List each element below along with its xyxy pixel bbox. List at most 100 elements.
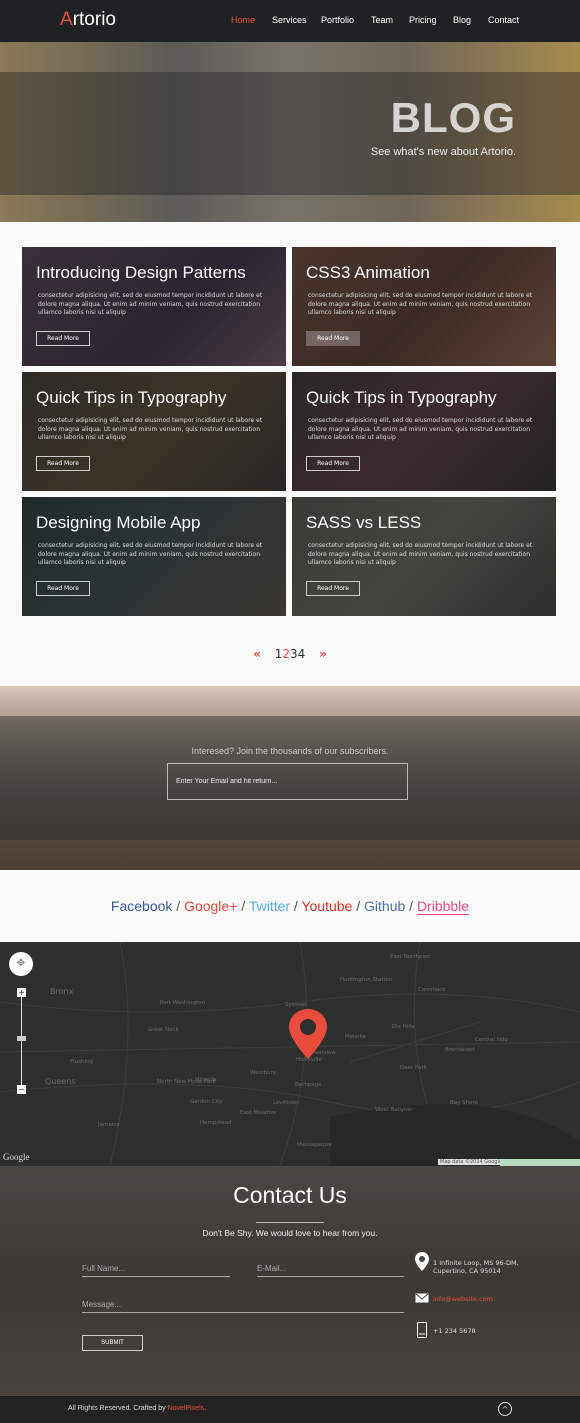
map-place-label: Melville — [345, 1034, 366, 1040]
social-link-dribbble[interactable]: Dribbble — [416, 898, 470, 915]
map-place-label: Central Islip — [475, 1037, 508, 1043]
blog-post-card: SASS vs LESS consectetur adipisicing elit… — [292, 497, 556, 616]
pagination: « 1234 » — [0, 647, 580, 661]
nav-home[interactable]: Home — [231, 15, 255, 25]
hero-subtitle: See what's new about Artorio. — [370, 146, 516, 158]
prev-page-button[interactable]: « — [253, 647, 261, 661]
contact-section: Contact Us Don't Be Shy. We would love t… — [0, 1166, 580, 1396]
map-place-label: Flushing — [70, 1059, 94, 1065]
post-excerpt: consectetur adipisicing elit, sed do eiu… — [38, 292, 263, 316]
map-place-label: Jamaica — [98, 1122, 120, 1128]
social-link-github[interactable]: Github — [364, 898, 405, 914]
post-excerpt: consectetur adipisicing elit, sed do eiu… — [308, 417, 533, 441]
contact-phone: +1 234 5678 — [433, 1327, 476, 1335]
map-place-label: Dix Hills — [392, 1024, 415, 1030]
logo[interactable]: Artorio — [60, 9, 116, 31]
map-place-label: Westbury — [250, 1070, 277, 1076]
location-pin-icon — [415, 1252, 429, 1271]
email-field[interactable] — [257, 1261, 404, 1277]
newsletter-text: Interesed? Join the thousands of our sub… — [191, 746, 389, 756]
map-place-label: Commack — [418, 987, 446, 993]
separator: / — [352, 898, 365, 914]
post-title[interactable]: Quick Tips in Typography — [306, 388, 497, 408]
read-more-button[interactable]: Read More — [306, 581, 360, 596]
read-more-button[interactable]: Read More — [36, 581, 90, 596]
map-place-label: Brentwood — [445, 1047, 475, 1053]
footer: All Rights Reserved. Crafted by NovelPix… — [0, 1396, 580, 1423]
newsletter-email-input[interactable] — [167, 763, 408, 800]
full-name-field[interactable] — [82, 1261, 230, 1277]
copyright-dot: . — [204, 1405, 207, 1412]
submit-button[interactable]: SUBMIT — [82, 1335, 143, 1351]
google-logo: Google — [3, 1152, 30, 1162]
post-excerpt: consectetur adipisicing elit, sed do eiu… — [308, 542, 533, 566]
map-pan-control[interactable]: ✥ — [9, 952, 33, 976]
read-more-button[interactable]: Read More — [36, 456, 90, 471]
map-terms-links[interactable] — [500, 1159, 580, 1166]
post-title[interactable]: Quick Tips in Typography — [36, 388, 227, 408]
read-more-button[interactable]: Read More — [306, 456, 360, 471]
phone-icon — [417, 1322, 427, 1338]
back-to-top-chevron-up-icon[interactable]: ^ — [498, 1402, 512, 1416]
page-4[interactable]: 4 — [298, 647, 306, 661]
map-place-label: Levittown — [273, 1100, 300, 1106]
nav-contact[interactable]: Contact — [488, 15, 519, 25]
nav-pricing[interactable]: Pricing — [409, 15, 437, 25]
social-link-facebook[interactable]: Facebook — [111, 898, 172, 914]
next-page-button[interactable]: » — [319, 647, 327, 661]
contact-email[interactable]: info@website.com — [433, 1295, 493, 1303]
separator: / — [172, 898, 185, 914]
social-link-youtube[interactable]: Youtube — [301, 898, 352, 914]
post-title[interactable]: Designing Mobile App — [36, 513, 200, 533]
map-zoom-in[interactable]: + — [17, 988, 26, 997]
map-attribution: Map data ©2014 Google — [438, 1159, 504, 1165]
author-link[interactable]: NovelPixels — [168, 1405, 205, 1412]
social-links: Facebook / Google+ / Twitter / Youtube /… — [0, 898, 580, 915]
mail-icon — [415, 1293, 429, 1303]
map-place-label: Bronx — [50, 987, 74, 996]
blog-post-card: Quick Tips in Typography consectetur adip… — [22, 372, 286, 491]
map-place-label: East Northport — [390, 954, 431, 960]
social-link-twitter[interactable]: Twitter — [249, 898, 290, 914]
logo-accent: A — [60, 9, 73, 30]
blog-post-card: Introducing Design Patterns consectetur a… — [22, 247, 286, 366]
post-excerpt: consectetur adipisicing elit, sed do eiu… — [38, 417, 263, 441]
post-excerpt: consectetur adipisicing elit, sed do eiu… — [38, 542, 263, 566]
hero-title: BLOG — [390, 94, 516, 141]
message-field[interactable] — [82, 1297, 404, 1313]
address-line2: Cupertino, CA 95014 — [433, 1267, 501, 1275]
map-zoom-out[interactable]: − — [17, 1085, 26, 1094]
map[interactable]: Bronx Queens Port Washington Great Neck Hick… — [0, 942, 580, 1166]
nav-services[interactable]: Services — [272, 15, 307, 25]
post-title[interactable]: CSS3 Animation — [306, 263, 430, 283]
page-3[interactable]: 3 — [290, 647, 298, 661]
copyright: All Rights Reserved. Crafted by NovelPix… — [68, 1405, 206, 1412]
separator: / — [237, 898, 249, 914]
map-zoom-track[interactable] — [21, 994, 22, 1091]
map-place-label: Hempstead — [200, 1120, 232, 1126]
map-place-label: Syosset — [285, 1002, 307, 1008]
nav-team[interactable]: Team — [371, 15, 393, 25]
map-place-label: West Babylon — [375, 1107, 413, 1113]
blog-post-card: Designing Mobile App consectetur adipisic… — [22, 497, 286, 616]
post-title[interactable]: SASS vs LESS — [306, 513, 421, 533]
separator: / — [405, 898, 417, 914]
social-link-googleplus[interactable]: Google+ — [184, 898, 237, 914]
map-zoom-slider[interactable] — [17, 1036, 26, 1041]
post-title[interactable]: Introducing Design Patterns — [36, 263, 246, 283]
map-place-label: Port Washington — [160, 1000, 205, 1006]
map-place-label: Huntington Station — [340, 977, 393, 983]
map-marker-icon[interactable] — [289, 1009, 327, 1059]
nav-blog[interactable]: Blog — [453, 15, 471, 25]
read-more-button[interactable]: Read More — [306, 331, 360, 346]
hero-banner: BLOG See what's new about Artorio. — [0, 42, 580, 222]
map-place-label: East Meadow — [240, 1110, 277, 1116]
blog-post-card: Quick Tips in Typography consectetur adip… — [292, 372, 556, 491]
address: 1 Infinite Loop, MS 96-DM, Cupertino, CA … — [433, 1259, 519, 1275]
page-2[interactable]: 2 — [282, 647, 290, 661]
read-more-button[interactable]: Read More — [36, 331, 90, 346]
map-place-label: Deer Park — [400, 1065, 427, 1071]
map-place-label: North New Hyde Park — [157, 1079, 216, 1085]
nav-portfolio[interactable]: Portfolio — [321, 15, 354, 25]
post-excerpt: consectetur adipisicing elit, sed do eiu… — [308, 292, 533, 316]
